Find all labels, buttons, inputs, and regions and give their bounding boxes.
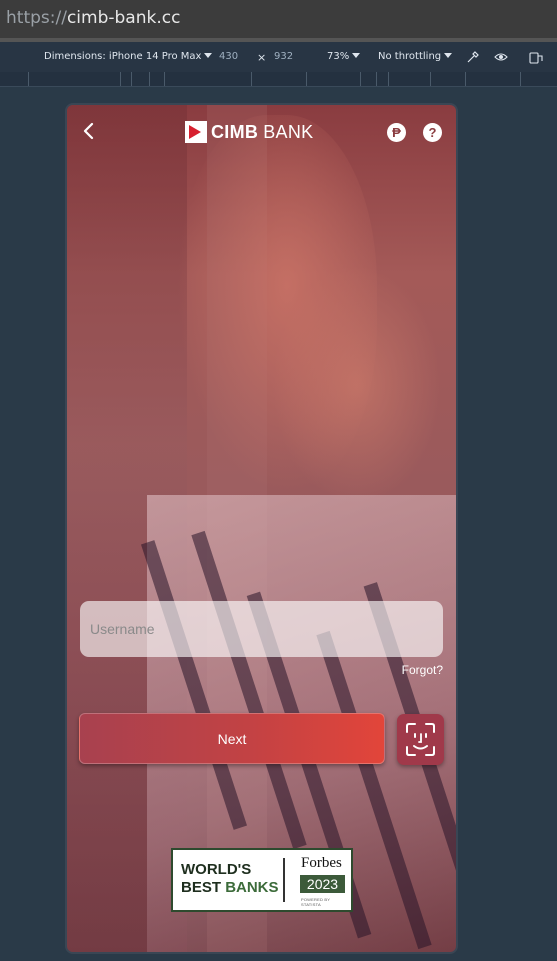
face-id-button[interactable] [397, 714, 444, 765]
height-field[interactable]: 932 [274, 51, 293, 62]
rotate-device-icon[interactable] [529, 50, 543, 64]
badge-line2-best: BEST [181, 879, 222, 896]
background-face [177, 115, 377, 495]
device-viewport: CIMB BANK ₱ ? Forgot? Next WORLD'S BEST … [65, 103, 458, 954]
forbes-award-badge: WORLD'S BEST BANKS Forbes 2023 POWERED B… [171, 848, 353, 912]
next-button[interactable]: Next [79, 713, 385, 764]
badge-line2-banks: BANKS [225, 879, 279, 896]
back-arrow-icon[interactable] [79, 121, 99, 141]
forbes-logo: Forbes [301, 855, 342, 871]
throttling-select[interactable]: No throttling [378, 51, 453, 62]
peso-currency-icon[interactable]: ₱ [387, 123, 406, 142]
brand-name-light: BANK [263, 121, 314, 142]
url-host: cimb-bank.cc [66, 8, 181, 28]
width-field[interactable]: 430 [219, 51, 238, 62]
zoom-label: 73% [327, 51, 350, 62]
throttling-label: No throttling [378, 51, 442, 62]
forgot-link[interactable]: Forgot? [367, 663, 443, 677]
cimb-logo: CIMB BANK [185, 119, 313, 145]
dimension-separator: × [257, 51, 267, 64]
app-header: CIMB BANK ₱ ? [67, 105, 456, 161]
chevron-down-icon [352, 53, 361, 58]
face-id-icon [406, 723, 435, 756]
devtools-ruler [0, 72, 557, 87]
browser-address-bar[interactable]: https://cimb-bank.cc [0, 0, 557, 38]
devtools-device-toolbar: Dimensions: iPhone 14 Pro Max 430 × 932 … [0, 38, 557, 72]
device-select[interactable]: Dimensions: iPhone 14 Pro Max [44, 51, 213, 62]
chevron-down-icon [204, 53, 213, 58]
device-label: Dimensions: iPhone 14 Pro Max [44, 51, 202, 62]
url-protocol: https:// [6, 8, 67, 28]
cimb-logo-mark-icon [185, 121, 207, 143]
url-text[interactable]: https://cimb-bank.cc [6, 8, 180, 28]
chevron-down-icon [444, 53, 453, 58]
badge-line1: WORLD'S [181, 861, 252, 878]
eyedropper-icon[interactable] [466, 50, 480, 64]
badge-divider [283, 858, 285, 902]
zoom-select[interactable]: 73% [327, 51, 361, 62]
badge-line2: BEST BANKS [181, 879, 279, 896]
eye-icon[interactable] [494, 50, 508, 64]
badge-year: 2023 [300, 875, 345, 893]
badge-powered-by: POWERED BY STATISTA [301, 897, 331, 907]
help-icon[interactable]: ? [423, 123, 442, 142]
username-input[interactable] [80, 601, 443, 657]
brand-name-bold: CIMB [211, 121, 259, 142]
